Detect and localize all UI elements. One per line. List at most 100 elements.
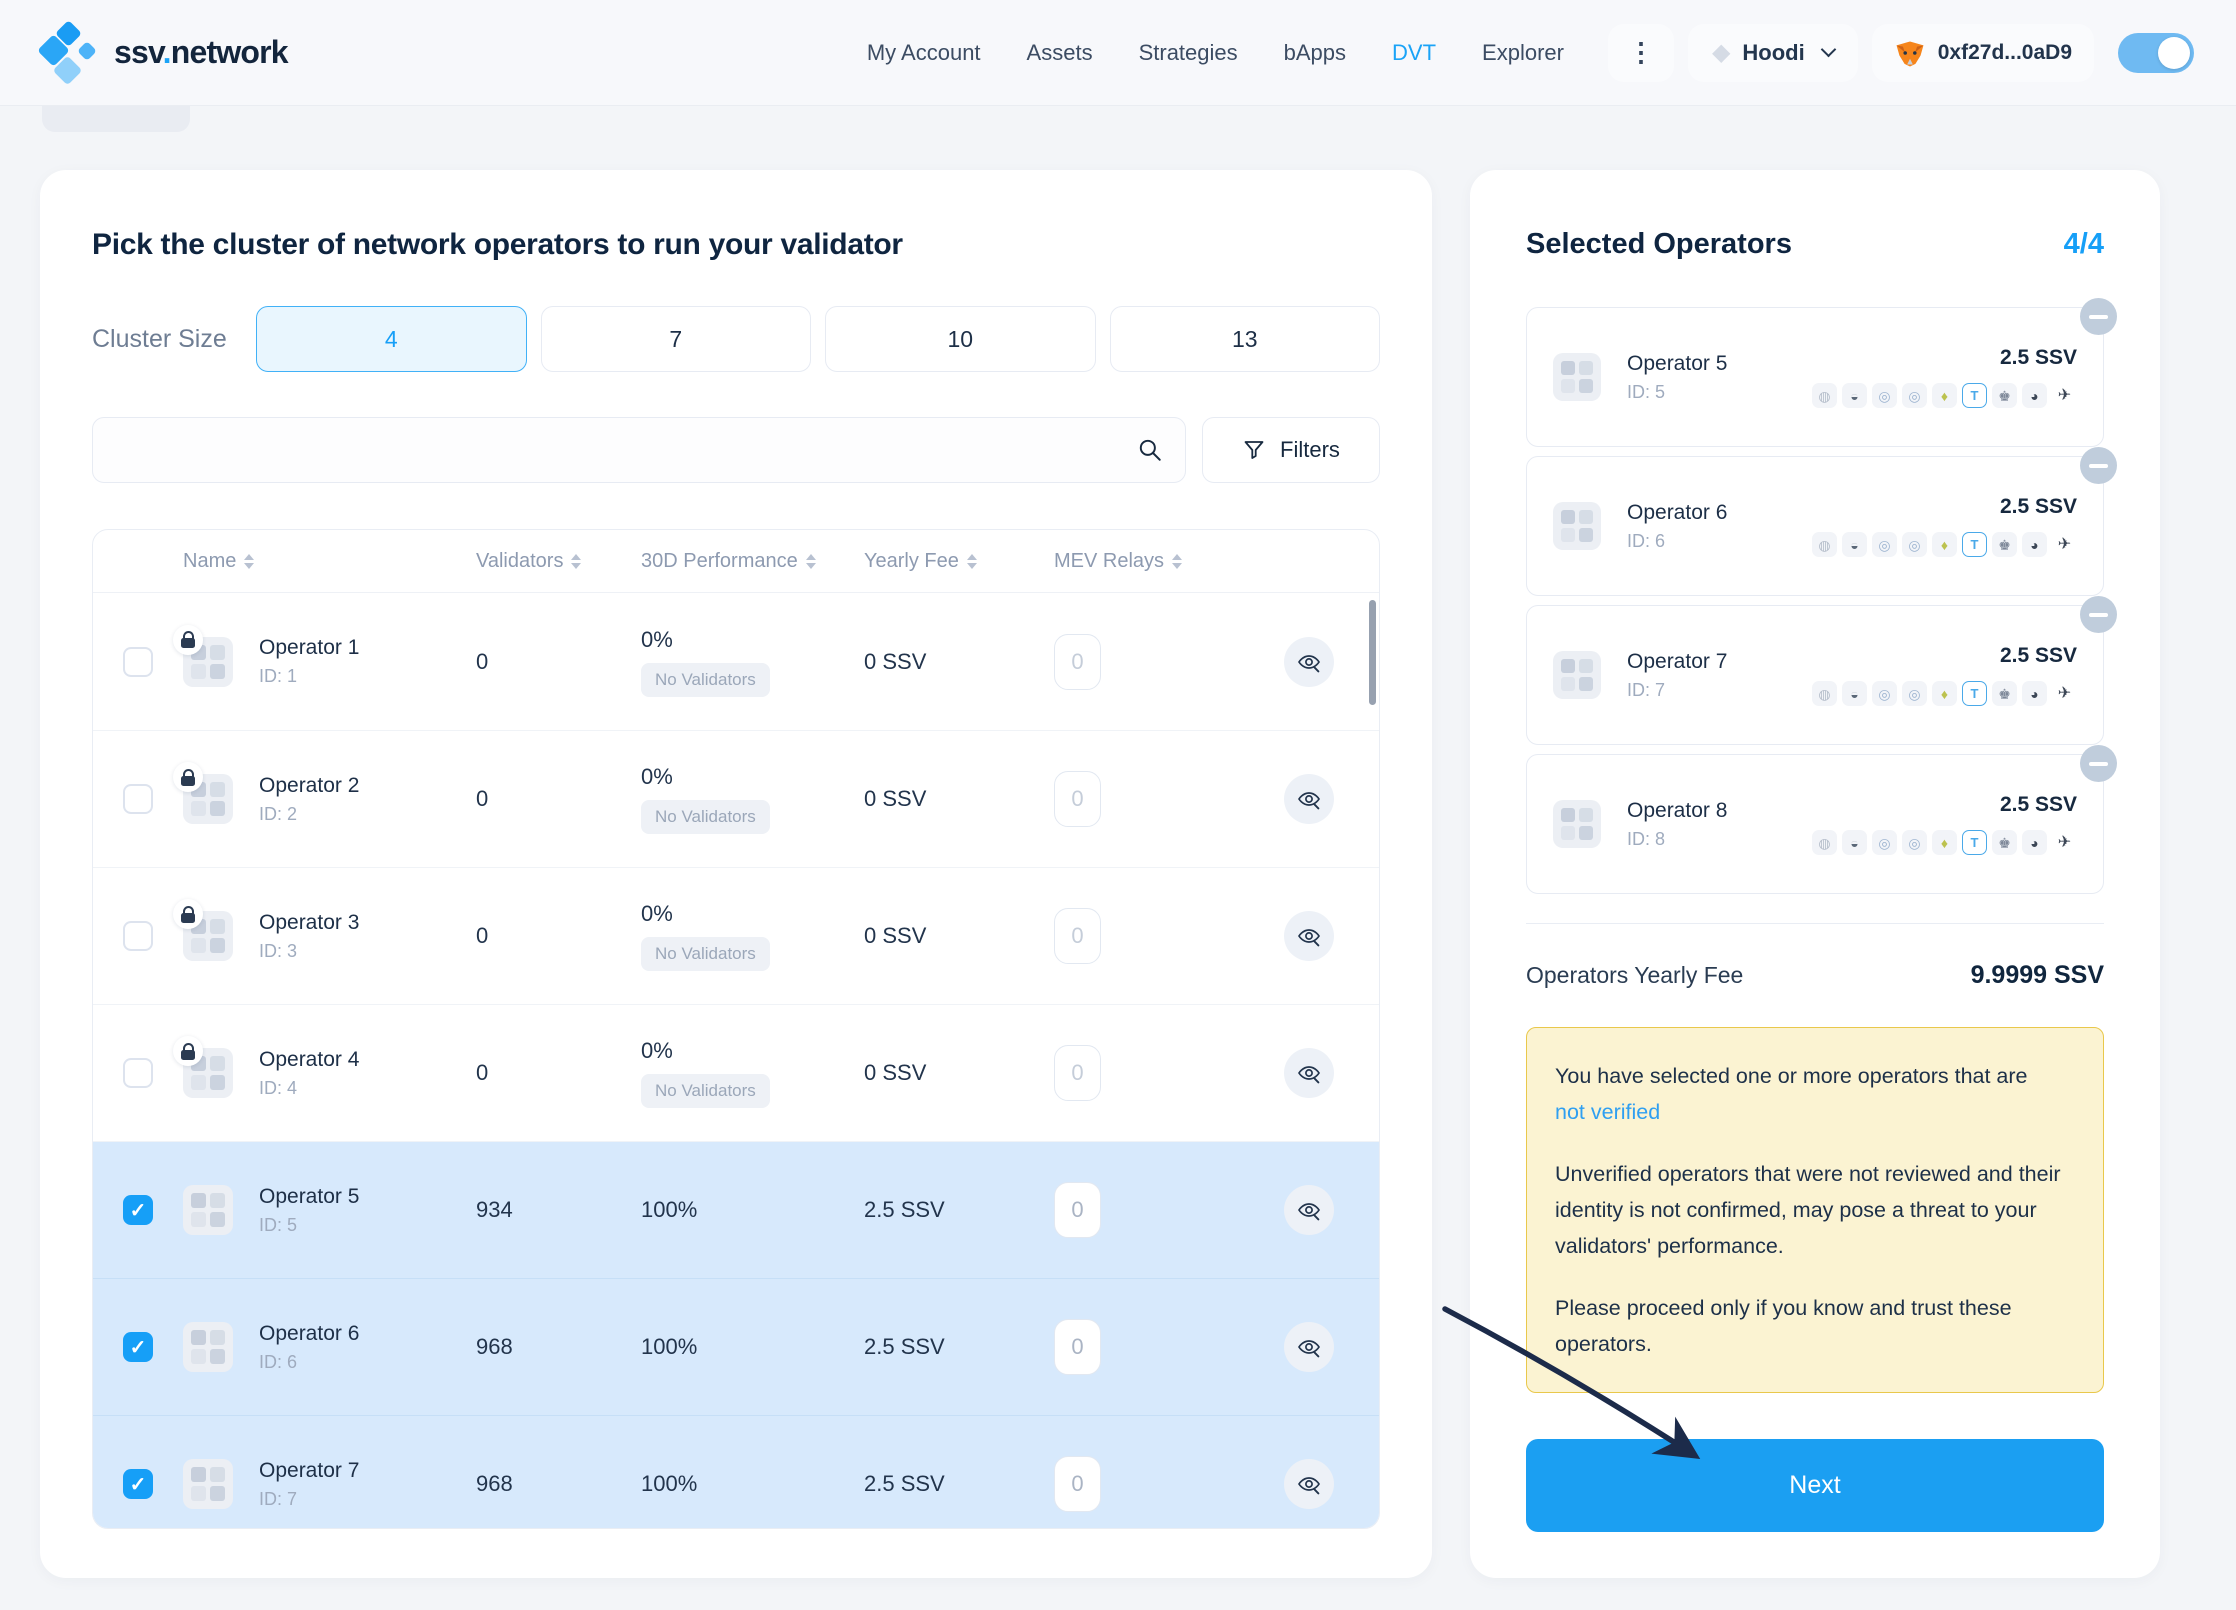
- network-name: Hoodi: [1742, 40, 1804, 66]
- ssv-network-logo[interactable]: ssv.network: [42, 22, 288, 84]
- operator-id: ID: 2: [259, 804, 359, 825]
- operator-details-button[interactable]: [1284, 1459, 1334, 1509]
- more-menu-button[interactable]: ⋮: [1608, 24, 1674, 82]
- mev-relays-count: 0: [1054, 771, 1101, 827]
- performance-value: 100%: [641, 1334, 864, 1360]
- operator-id: ID: 1: [259, 666, 359, 687]
- cluster-size-option-10[interactable]: 10: [825, 306, 1096, 372]
- warning-para3: Please proceed only if you know and trus…: [1555, 1290, 2075, 1362]
- operator-avatar: [1553, 353, 1601, 401]
- table-row[interactable]: Operator 4 ID: 4 0 0% No Validators 0 SS…: [93, 1004, 1379, 1141]
- yearly-fee-value: 2.5 SSV: [864, 1471, 1054, 1497]
- remove-operator-button[interactable]: [2080, 596, 2117, 633]
- search-input[interactable]: [115, 437, 1137, 463]
- operator-id: ID: 6: [1627, 531, 1727, 552]
- lock-icon: [173, 625, 203, 655]
- ssv-logo-icon: [42, 22, 100, 84]
- relay-7-icon: ♚: [1992, 681, 2017, 706]
- row-checkbox[interactable]: [123, 784, 153, 814]
- operator-name: Operator 4: [259, 1048, 359, 1072]
- table-row[interactable]: Operator 5 ID: 5 934 100% 2.5 SSV 0: [93, 1141, 1379, 1278]
- remove-operator-button[interactable]: [2080, 447, 2117, 484]
- operator-fee: 2.5 SSV: [2000, 644, 2077, 668]
- table-body: Operator 1 ID: 1 0 0% No Validators 0 SS…: [93, 593, 1379, 1529]
- operator-avatar: [183, 1185, 233, 1235]
- operator-details-button[interactable]: [1284, 637, 1334, 687]
- operator-details-button[interactable]: [1284, 1185, 1334, 1235]
- operator-fee: 2.5 SSV: [2000, 346, 2077, 370]
- search-row: Filters: [92, 417, 1380, 483]
- remove-operator-button[interactable]: [2080, 745, 2117, 782]
- operator-id: ID: 6: [259, 1352, 359, 1373]
- operator-details-button[interactable]: [1284, 1048, 1334, 1098]
- theme-toggle[interactable]: [2118, 33, 2194, 73]
- operator-id: ID: 7: [259, 1489, 359, 1510]
- nav-strategies[interactable]: Strategies: [1139, 40, 1238, 66]
- yearly-fee-value: 2.5 SSV: [864, 1334, 1054, 1360]
- column-name[interactable]: Name: [183, 550, 476, 573]
- mev-relay-icons: ◍◒◎◎♦T♚◕✈: [1812, 532, 2077, 557]
- operator-id: ID: 5: [1627, 382, 1727, 403]
- remove-operator-button[interactable]: [2080, 298, 2117, 335]
- relay-9-icon: ✈: [2052, 532, 2077, 557]
- table-row[interactable]: Operator 6 ID: 6 968 100% 2.5 SSV 0: [93, 1278, 1379, 1415]
- wallet-button[interactable]: 0xf27d...0aD9: [1872, 24, 2094, 82]
- nav-dvt[interactable]: DVT: [1392, 40, 1436, 66]
- validators-count: 0: [476, 649, 641, 675]
- mev-relay-icons: ◍◒◎◎♦T♚◕✈: [1812, 830, 2077, 855]
- row-checkbox[interactable]: [123, 1195, 153, 1225]
- column-performance[interactable]: 30D Performance: [641, 550, 864, 573]
- operator-name: Operator 8: [1627, 799, 1727, 823]
- yearly-fee-total: 9.9999 SSV: [1971, 961, 2104, 990]
- operator-name: Operator 7: [1627, 650, 1727, 674]
- nav-assets[interactable]: Assets: [1027, 40, 1093, 66]
- sort-icon: [1172, 554, 1182, 569]
- operator-id: ID: 8: [1627, 829, 1727, 850]
- relay-2-icon: ◒: [1842, 383, 1867, 408]
- relay-9-icon: ✈: [2052, 383, 2077, 408]
- nav-my-account[interactable]: My Account: [867, 40, 981, 66]
- table-row[interactable]: Operator 1 ID: 1 0 0% No Validators 0 SS…: [93, 593, 1379, 730]
- mev-relays-count: 0: [1054, 1045, 1101, 1101]
- selected-operator-card: Operator 5 ID: 5 2.5 SSV ◍◒◎◎♦T♚◕✈: [1526, 307, 2104, 447]
- eye-magnifier-icon: [1297, 1472, 1321, 1496]
- main-nav: My Account Assets Strategies bApps DVT E…: [867, 40, 1564, 66]
- operator-name: Operator 5: [1627, 352, 1727, 376]
- column-yearly-fee[interactable]: Yearly Fee: [864, 550, 1054, 573]
- row-checkbox[interactable]: [123, 921, 153, 951]
- lock-icon: [173, 1036, 203, 1066]
- operator-search: [92, 417, 1186, 483]
- wallet-address: 0xf27d...0aD9: [1938, 41, 2072, 65]
- search-icon: [1137, 437, 1163, 463]
- row-checkbox[interactable]: [123, 1058, 153, 1088]
- selected-operator-cards: Operator 5 ID: 5 2.5 SSV ◍◒◎◎♦T♚◕✈ Opera…: [1526, 307, 2104, 894]
- not-verified-link[interactable]: not verified: [1555, 1094, 1660, 1130]
- row-checkbox[interactable]: [123, 1332, 153, 1362]
- filters-button[interactable]: Filters: [1202, 417, 1380, 483]
- table-scrollbar[interactable]: [1369, 600, 1376, 705]
- cluster-size-option-7[interactable]: 7: [541, 306, 812, 372]
- eye-magnifier-icon: [1297, 787, 1321, 811]
- operator-details-button[interactable]: [1284, 1322, 1334, 1372]
- operator-details-button[interactable]: [1284, 911, 1334, 961]
- nav-explorer[interactable]: Explorer: [1482, 40, 1564, 66]
- operator-details-button[interactable]: [1284, 774, 1334, 824]
- cluster-size-option-4[interactable]: 4: [256, 306, 527, 372]
- column-mev-relays[interactable]: MEV Relays: [1054, 550, 1239, 573]
- operator-name: Operator 6: [1627, 501, 1727, 525]
- cluster-size-option-13[interactable]: 13: [1110, 306, 1381, 372]
- nav-bapps[interactable]: bApps: [1284, 40, 1346, 66]
- table-row[interactable]: Operator 7 ID: 7 968 100% 2.5 SSV 0: [93, 1415, 1379, 1529]
- next-button[interactable]: Next: [1526, 1439, 2104, 1532]
- column-validators[interactable]: Validators: [476, 550, 641, 573]
- table-row[interactable]: Operator 3 ID: 3 0 0% No Validators 0 SS…: [93, 867, 1379, 1004]
- network-selector[interactable]: ◆ Hoodi: [1688, 24, 1858, 82]
- table-row[interactable]: Operator 2 ID: 2 0 0% No Validators 0 SS…: [93, 730, 1379, 867]
- row-checkbox[interactable]: [123, 1469, 153, 1499]
- yearly-fee-label: Operators Yearly Fee: [1526, 962, 1743, 989]
- row-checkbox[interactable]: [123, 647, 153, 677]
- relay-3-icon: ◎: [1872, 532, 1897, 557]
- no-validators-badge: No Validators: [641, 800, 770, 834]
- relay-9-icon: ✈: [2052, 830, 2077, 855]
- sort-icon: [967, 554, 977, 569]
